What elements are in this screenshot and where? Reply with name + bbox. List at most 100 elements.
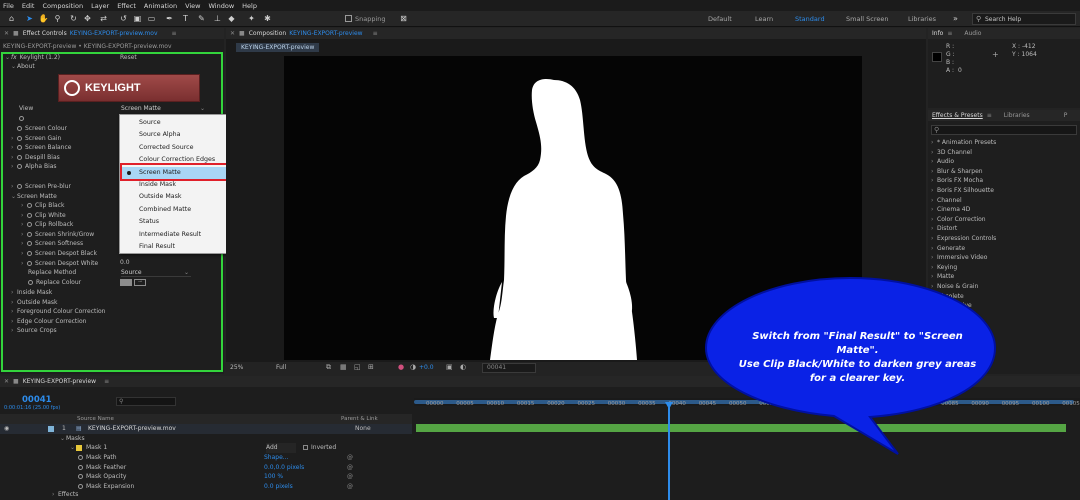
mask-prop-value[interactable]: 0.0 pixels	[264, 482, 293, 492]
pen-tool-icon[interactable]: ✒	[164, 13, 175, 24]
menu-effect[interactable]: Effect	[117, 2, 136, 10]
view-option-source[interactable]: Source	[120, 117, 242, 129]
view-option-final-result[interactable]: Final Result	[120, 241, 242, 253]
menu-composition[interactable]: Composition	[42, 2, 83, 10]
mask-inverted-checkbox[interactable]: Inverted	[303, 443, 336, 453]
fx-category-expression-controls[interactable]: › Expression Controls	[931, 234, 996, 244]
show-snapshot-icon[interactable]: ◐	[460, 363, 466, 371]
timeline-timecode[interactable]: 00041	[22, 395, 52, 405]
panel-menu-icon[interactable]: ≡	[987, 112, 992, 119]
expression-pickwhip-icon[interactable]: @	[347, 472, 353, 482]
mask-1-row[interactable]: ⌄ Mask 1	[70, 443, 107, 453]
mask-prop-mask-path[interactable]: Mask Path	[78, 453, 117, 463]
effects-search-input[interactable]: ⚲	[931, 125, 1077, 135]
visibility-eye-icon[interactable]: ◉	[4, 424, 9, 434]
parent-dropdown[interactable]: None	[355, 424, 371, 434]
close-icon[interactable]: ✕	[4, 30, 9, 37]
workspace-default[interactable]: Default	[708, 15, 732, 23]
fx-category-3d-channel[interactable]: › 3D Channel	[931, 148, 972, 158]
workspace-learn[interactable]: Learn	[755, 15, 773, 23]
view-option-intermediate-result[interactable]: Intermediate Result	[120, 229, 242, 241]
mask-prop-mask-feather[interactable]: Mask Feather	[78, 463, 126, 473]
fx-category-blur-sharpen[interactable]: › Blur & Sharpen	[931, 167, 983, 177]
effect-controls-tab[interactable]: ✕ ■ Effect Controls KEYING-EXPORT-previe…	[0, 28, 224, 39]
timeline-layer-row[interactable]: ◉ 1 ▤ KEYING-EXPORT-preview.mov None	[0, 424, 412, 434]
lock-icon[interactable]: ■	[13, 378, 19, 385]
view-option-outside-mask[interactable]: Outside Mask	[120, 191, 242, 203]
layer-name[interactable]: KEYING-EXPORT-preview.mov	[88, 424, 176, 434]
menu-view[interactable]: View	[185, 2, 200, 10]
fx-category-generate[interactable]: › Generate	[931, 244, 965, 254]
menu-help[interactable]: Help	[242, 2, 257, 10]
fx-category-distort[interactable]: › Distort	[931, 224, 957, 234]
region-of-interest-icon[interactable]: ⧉	[326, 363, 331, 372]
mask-prop-value[interactable]: 0.0,0.0 pixels	[264, 463, 304, 473]
effects-group[interactable]: › Effects	[52, 490, 78, 500]
view-option-status[interactable]: Status	[120, 216, 242, 228]
rotate-tool-icon[interactable]: ↺	[118, 13, 129, 24]
mask-mode-dropdown[interactable]: Add	[266, 443, 296, 453]
dolly-tool-icon[interactable]: ⇄	[98, 13, 109, 24]
menu-layer[interactable]: Layer	[91, 2, 109, 10]
expression-pickwhip-icon[interactable]: @	[347, 463, 353, 473]
fx-category-boris-fx-silhouette[interactable]: › Boris FX Silhouette	[931, 186, 994, 196]
snapshot-camera-icon[interactable]: ▣	[446, 363, 453, 371]
menu-animation[interactable]: Animation	[144, 2, 177, 10]
pan-tool-icon[interactable]: ✥	[82, 13, 93, 24]
zoom-dropdown[interactable]: 25%	[230, 364, 243, 371]
tab-info[interactable]: Info	[932, 30, 943, 37]
lock-icon[interactable]: ■	[13, 30, 19, 37]
eraser-tool-icon[interactable]: ◆	[226, 13, 237, 24]
expression-pickwhip-icon[interactable]: @	[347, 482, 353, 492]
workspace-standard[interactable]: Standard	[795, 15, 825, 23]
composition-timecode[interactable]: 00041	[482, 363, 536, 373]
fx-category-cinema-4d[interactable]: › Cinema 4D	[931, 205, 970, 215]
tab-timeline[interactable]: KEYING-EXPORT-preview	[23, 378, 96, 385]
stopwatch-icon[interactable]	[78, 455, 83, 460]
exposure-icon[interactable]: ◑	[410, 363, 416, 371]
playhead[interactable]	[668, 404, 670, 500]
tab-p[interactable]: P	[1064, 112, 1068, 119]
workspace-small-screen[interactable]: Small Screen	[846, 15, 888, 23]
workspace-menu-icon[interactable]: »	[950, 13, 961, 24]
mask-tool-icon[interactable]: ▭	[146, 13, 157, 24]
panel-menu-icon[interactable]: ≡	[172, 30, 177, 37]
orbit-tool-icon[interactable]: ↻	[68, 13, 79, 24]
col-parent-link[interactable]: Parent & Link	[341, 416, 378, 422]
layer-label-color[interactable]	[48, 426, 54, 432]
stopwatch-icon[interactable]	[78, 474, 83, 479]
mask-prop-mask-opacity[interactable]: Mask Opacity	[78, 472, 126, 482]
menu-edit[interactable]: Edit	[22, 2, 35, 10]
view-option-corrected-source[interactable]: Corrected Source	[120, 142, 242, 154]
panel-menu-icon[interactable]: ≡	[947, 30, 952, 37]
mask-prop-value[interactable]: 100 %	[264, 472, 283, 482]
guides-icon[interactable]: ⊞	[368, 363, 374, 371]
tab-libraries[interactable]: Libraries	[1004, 112, 1030, 119]
snapping-checkbox[interactable]	[345, 15, 352, 22]
resolution-dropdown[interactable]: Full	[276, 364, 286, 371]
transparency-grid-icon[interactable]: ▦	[340, 363, 347, 371]
menu-file[interactable]: File	[3, 2, 14, 10]
tab-effects-presets[interactable]: Effects & Presets	[932, 112, 983, 119]
fx-category--animation-presets[interactable]: › * Animation Presets	[931, 138, 996, 148]
col-source-name[interactable]: Source Name	[77, 416, 114, 422]
type-tool-icon[interactable]: T	[180, 13, 191, 24]
hand-tool-icon[interactable]: ✋	[38, 13, 49, 24]
view-option-source-alpha[interactable]: Source Alpha	[120, 129, 242, 141]
mask-prop-value[interactable]: Shape...	[264, 453, 289, 463]
zoom-tool-icon[interactable]: ⚲	[52, 13, 63, 24]
puppet-tool-icon[interactable]: ✱	[262, 13, 273, 24]
tab-audio[interactable]: Audio	[964, 30, 981, 37]
fx-category-immersive-video[interactable]: › Immersive Video	[931, 253, 987, 263]
panel-menu-icon[interactable]: ≡	[104, 378, 109, 385]
stopwatch-icon[interactable]	[78, 464, 83, 470]
fx-category-audio[interactable]: › Audio	[931, 157, 954, 167]
mask-color-swatch[interactable]	[76, 444, 82, 451]
composition-sub-tab[interactable]: KEYING-EXPORT-preview	[236, 43, 320, 52]
stopwatch-icon[interactable]	[78, 483, 83, 489]
snap-options-icon[interactable]: ⊠	[398, 13, 409, 24]
exposure-value[interactable]: +0.0	[419, 364, 434, 371]
fx-category-color-correction[interactable]: › Color Correction	[931, 215, 986, 225]
composition-tab[interactable]: ✕ ■ Composition KEYING-EXPORT-preview ≡	[226, 28, 926, 39]
search-help-box[interactable]: ⚲ Search Help	[972, 13, 1076, 25]
